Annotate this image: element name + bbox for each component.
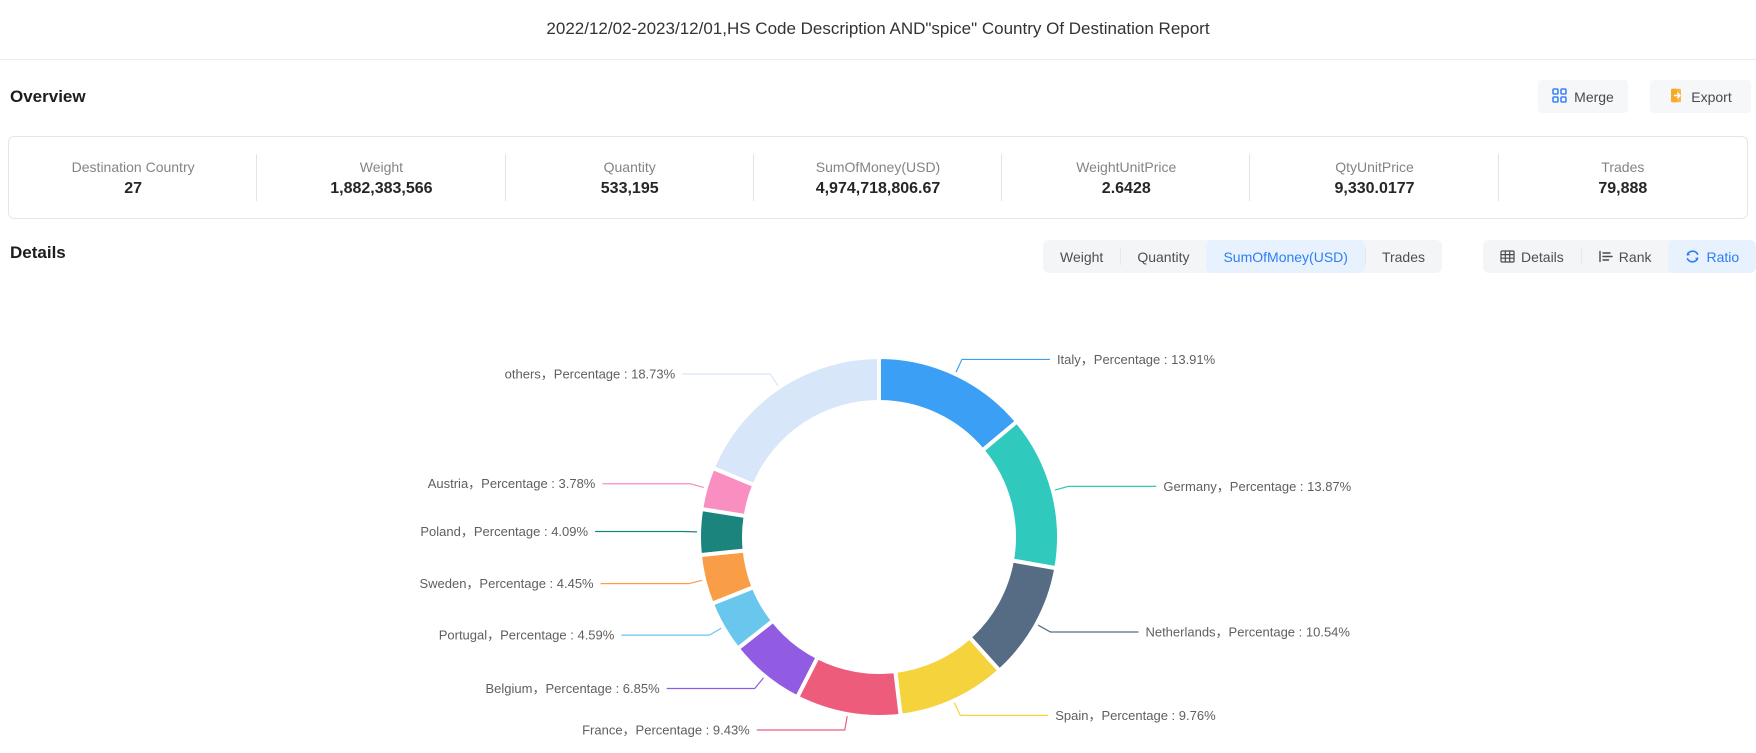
slice-label-others: others，Percentage : 18.73% [505,366,676,381]
stat-label: Quantity [604,159,656,175]
view-tab-group: Details Rank Ratio [1483,240,1756,273]
stat-weight-unit-price: WeightUnitPrice 2.6428 [1002,137,1250,218]
stat-label: QtyUnitPrice [1335,159,1414,175]
overview-stats-bar: Destination Country 27 Weight 1,882,383,… [8,136,1748,219]
overview-heading: Overview [10,87,86,107]
stat-qty-unit-price: QtyUnitPrice 9,330.0177 [1250,137,1498,218]
stat-value: 79,888 [1598,180,1647,198]
slice-label-sweden: Sweden，Percentage : 4.45% [419,576,594,591]
slice-label-belgium: Belgium，Percentage : 6.85% [486,681,661,696]
slice-label-poland: Poland，Percentage : 4.09% [420,524,588,539]
label-leader-line [956,359,1050,372]
label-leader-line [667,678,764,689]
stat-value: 2.6428 [1102,180,1151,198]
stat-trades: Trades 79,888 [1499,137,1747,218]
tab-sum-of-money[interactable]: SumOfMoney(USD) [1206,240,1364,273]
stat-weight: Weight 1,882,383,566 [257,137,505,218]
slice-label-france: France，Percentage : 9.43% [582,722,750,737]
stat-label: Destination Country [72,159,195,175]
table-icon [1500,249,1515,264]
stat-value: 4,974,718,806.67 [816,180,941,198]
rank-icon [1598,249,1613,264]
label-leader-line [757,716,847,730]
stat-value: 27 [124,180,142,198]
tab-ratio-view[interactable]: Ratio [1668,240,1756,273]
stat-label: SumOfMoney(USD) [816,159,940,175]
destination-ratio-donut-chart: Italy，Percentage : 13.91% Germany，Percent… [0,0,1756,753]
header-divider [0,59,1756,60]
slice-label-italy: Italy，Percentage : 13.91% [1057,352,1216,367]
label-leader-line [1055,486,1157,490]
slice-label-austria: Austria，Percentage : 3.78% [428,476,596,491]
label-leader-line [602,484,703,488]
merge-button[interactable]: Merge [1538,80,1628,113]
label-leader-line [601,580,703,583]
ratio-cycle-icon [1685,249,1700,264]
tab-rank-view[interactable]: Rank [1581,240,1669,273]
stat-quantity: Quantity 533,195 [506,137,754,218]
export-button[interactable]: Export [1650,80,1751,113]
stat-value: 9,330.0177 [1335,180,1415,198]
export-button-label: Export [1691,89,1731,105]
label-leader-line [954,703,1048,716]
stat-label: Trades [1601,159,1644,175]
tab-details-label: Details [1521,249,1564,265]
stat-value: 1,882,383,566 [330,180,432,198]
stat-value: 533,195 [601,180,659,198]
stat-label: Weight [360,159,403,175]
donut-slice-others[interactable] [713,357,879,485]
metric-tab-group: Weight Quantity SumOfMoney(USD) Trades [1043,240,1442,273]
slice-label-portugal: Portugal，Percentage : 4.59% [439,628,615,643]
label-leader-line [621,628,721,635]
stat-label: WeightUnitPrice [1076,159,1176,175]
stat-destination-country: Destination Country 27 [9,137,257,218]
slice-label-germany: Germany，Percentage : 13.87% [1163,479,1351,494]
tab-trades[interactable]: Trades [1365,240,1442,273]
export-file-icon [1669,88,1684,106]
label-leader-line [682,374,778,386]
slice-label-netherlands: Netherlands，Percentage : 10.54% [1145,624,1350,639]
tab-quantity[interactable]: Quantity [1120,240,1206,273]
details-heading: Details [10,243,66,263]
donut-slice-germany[interactable] [983,421,1059,568]
stat-sum-of-money: SumOfMoney(USD) 4,974,718,806.67 [754,137,1002,218]
tab-ratio-label: Ratio [1706,249,1739,265]
tab-rank-label: Rank [1619,249,1652,265]
merge-grid-icon [1552,88,1567,106]
slice-label-spain: Spain，Percentage : 9.76% [1055,708,1216,723]
label-leader-line [1038,625,1138,632]
tab-details-view[interactable]: Details [1483,240,1581,273]
page-title: 2022/12/02-2023/12/01,HS Code Descriptio… [0,19,1756,39]
tab-weight[interactable]: Weight [1043,240,1120,273]
merge-button-label: Merge [1574,89,1614,105]
